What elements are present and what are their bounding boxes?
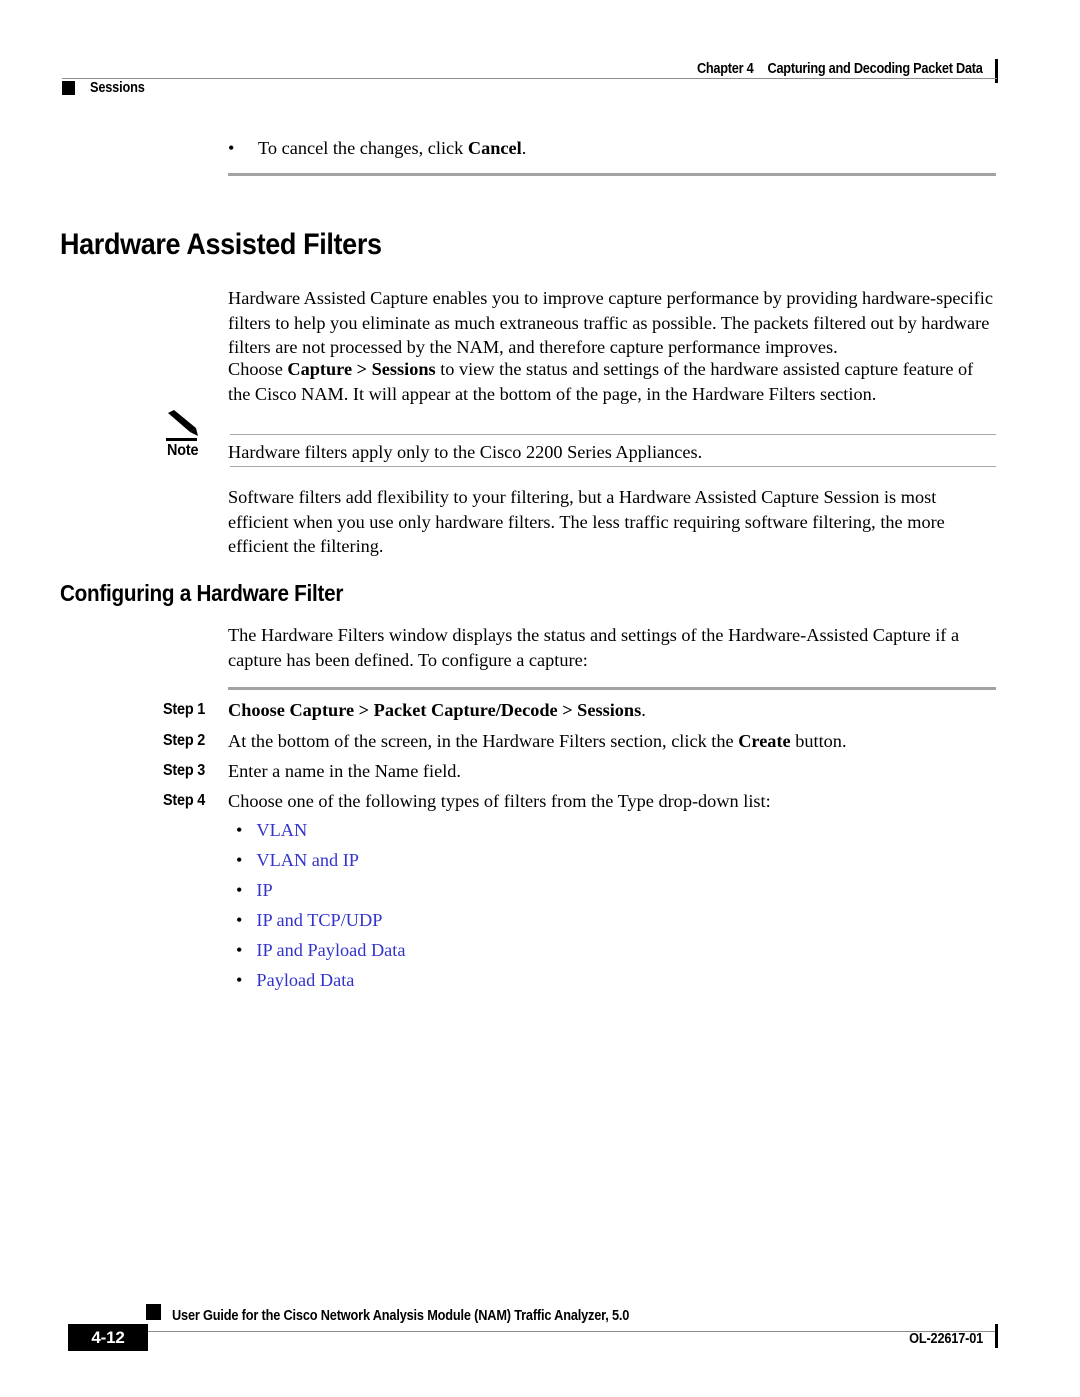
step-1-text-after: . xyxy=(641,700,646,720)
step-3-label: Step 3 xyxy=(163,762,206,779)
note-label: Note xyxy=(167,442,199,459)
footer-guide-title: User Guide for the Cisco Network Analysi… xyxy=(172,1308,630,1324)
section-paragraph-2-text: Choose Capture > Sessions to view the st… xyxy=(228,357,996,406)
subsection-title: Configuring a Hardware Filter xyxy=(60,580,344,606)
bullet-marker-icon: • xyxy=(236,880,243,900)
steps-separator-rule xyxy=(228,687,996,690)
intro-bullet-bold-word: Cancel xyxy=(467,138,522,158)
document-page: Chapter 4 Capturing and Decoding Packet D… xyxy=(0,0,1080,1397)
header-chapter-number: Chapter 4 xyxy=(697,61,754,77)
step-2-label: Step 2 xyxy=(163,732,206,749)
footer-edge-tick xyxy=(995,1324,998,1348)
header-edge-tick xyxy=(995,59,998,83)
note-body: Hardware filters apply only to the Cisco… xyxy=(228,440,996,465)
header-divider-rule xyxy=(62,78,997,79)
section-paragraph-2-before: Choose xyxy=(228,359,288,379)
step-2-text-after: button. xyxy=(790,731,847,751)
intro-bullet-text-after: . xyxy=(521,138,527,158)
intro-separator-rule xyxy=(228,173,996,176)
page-number: 4-12 xyxy=(91,1328,125,1347)
step-3-text: Enter a name in the Name field. xyxy=(228,761,461,781)
step-4-text: Choose one of the following types of fil… xyxy=(228,791,771,811)
intro-bullet-text-before: To cancel the changes, click xyxy=(258,138,468,158)
note-bottom-rule xyxy=(230,466,996,467)
note-text: Hardware filters apply only to the Cisco… xyxy=(228,442,703,462)
filter-type-link-label[interactable]: VLAN xyxy=(256,820,307,840)
page-title: Hardware Assisted Filters xyxy=(60,228,382,261)
step-1-bold-text: Choose Capture > Packet Capture/Decode >… xyxy=(228,700,642,720)
step-2-text-before: At the bottom of the screen, in the Hard… xyxy=(228,731,739,751)
step-1-text: Choose Capture > Packet Capture/Decode >… xyxy=(228,698,996,723)
bullet-marker-icon: • xyxy=(236,910,243,930)
step-2-text: At the bottom of the screen, in the Hard… xyxy=(228,729,996,754)
header-chapter-info: Chapter 4 Capturing and Decoding Packet D… xyxy=(697,61,983,77)
footer-document-id: OL-22617-01 xyxy=(909,1331,983,1347)
filter-type-link-label[interactable]: IP and Payload Data xyxy=(256,940,405,960)
note-top-rule xyxy=(230,434,996,435)
step-2-bold-text: Create xyxy=(738,731,791,751)
running-header: Chapter 4 Capturing and Decoding Packet D… xyxy=(0,28,1080,96)
step-1-label: Step 1 xyxy=(163,701,206,718)
intro-bullet-row: • To cancel the changes, click Cancel. xyxy=(228,136,996,161)
header-chapter-title: Capturing and Decoding Packet Data xyxy=(767,61,983,77)
filter-type-link-label[interactable]: Payload Data xyxy=(256,970,354,990)
header-section-title: Sessions xyxy=(90,80,145,96)
filter-type-link-payload-data[interactable]: • Payload Data xyxy=(236,968,354,993)
section-paragraph-2-menu-path: Capture > Sessions xyxy=(287,359,436,379)
header-square-marker-icon xyxy=(62,81,75,95)
filter-type-link-vlan-and-ip[interactable]: • VLAN and IP xyxy=(236,848,359,873)
note-icon-underline xyxy=(166,438,197,441)
step-3-row: Enter a name in the Name field. xyxy=(228,759,996,784)
intro-bullet-text: To cancel the changes, click Cancel. xyxy=(258,136,996,161)
section-paragraph-1: Hardware Assisted Capture enables you to… xyxy=(228,286,996,360)
step-2-row: At the bottom of the screen, in the Hard… xyxy=(228,729,996,754)
filter-type-link-label[interactable]: IP and TCP/UDP xyxy=(256,910,382,930)
section-paragraph-2: Choose Capture > Sessions to view the st… xyxy=(228,357,996,406)
section-paragraph-1-text: Hardware Assisted Capture enables you to… xyxy=(228,288,993,358)
step-4-label: Step 4 xyxy=(163,792,206,809)
filter-type-link-label[interactable]: IP xyxy=(256,880,272,900)
footer-divider-rule xyxy=(145,1331,997,1332)
filter-type-link-ip-and-tcp-udp[interactable]: • IP and TCP/UDP xyxy=(236,908,382,933)
section-paragraph-3: Software filters add flexibility to your… xyxy=(228,485,996,559)
filter-type-link-label[interactable]: VLAN and IP xyxy=(256,850,359,870)
bullet-marker-icon: • xyxy=(236,820,243,840)
pencil-icon xyxy=(165,410,205,438)
filter-type-link-ip-and-payload-data[interactable]: • IP and Payload Data xyxy=(236,938,406,963)
subsection-intro-text: The Hardware Filters window displays the… xyxy=(228,625,960,670)
step-4-row: Choose one of the following types of fil… xyxy=(228,789,996,814)
bullet-marker-icon: • xyxy=(236,850,243,870)
section-paragraph-3-text: Software filters add flexibility to your… xyxy=(228,487,945,557)
filter-type-link-ip[interactable]: • IP xyxy=(236,878,273,903)
bullet-marker-icon: • xyxy=(236,940,243,960)
subsection-intro: The Hardware Filters window displays the… xyxy=(228,623,996,672)
filter-type-link-vlan[interactable]: • VLAN xyxy=(236,818,307,843)
footer-square-marker-icon xyxy=(146,1304,161,1320)
step-1-row: Choose Capture > Packet Capture/Decode >… xyxy=(228,698,996,723)
bullet-marker-icon: • xyxy=(236,970,243,990)
bullet-marker-icon: • xyxy=(228,138,235,158)
